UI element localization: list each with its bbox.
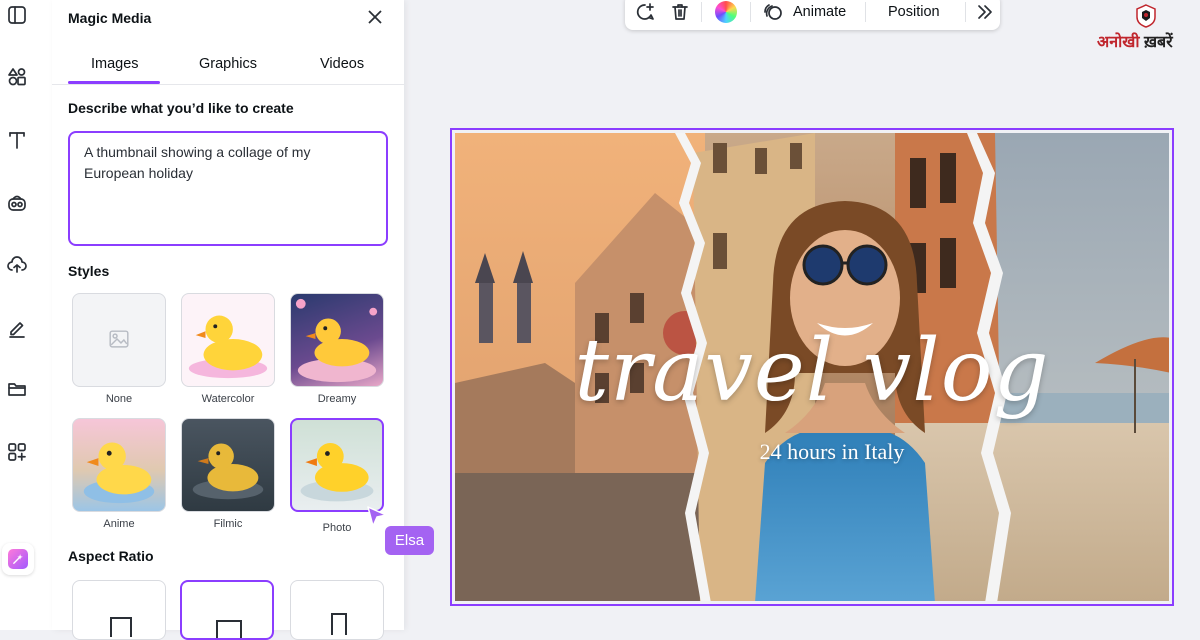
design-subheadline[interactable]: 24 hours in Italy bbox=[455, 439, 1169, 465]
tab-graphics[interactable]: Graphics bbox=[199, 56, 257, 72]
style-card-watercolor[interactable] bbox=[181, 293, 275, 387]
active-tab-indicator bbox=[68, 81, 160, 84]
apps-icon[interactable] bbox=[6, 441, 28, 463]
style-card-none[interactable] bbox=[72, 293, 166, 387]
watermark-text: अनोखी ख़बरें bbox=[1097, 30, 1173, 52]
prompt-label: Describe what you’d like to create bbox=[68, 100, 294, 116]
style-card-dreamy[interactable] bbox=[290, 293, 384, 387]
style-card-anime[interactable] bbox=[72, 418, 166, 512]
toolbar-divider bbox=[965, 2, 966, 22]
prompt-textarea[interactable]: A thumbnail showing a collage of my Euro… bbox=[68, 131, 388, 246]
animate-button[interactable]: Animate bbox=[793, 4, 846, 20]
projects-folder-icon[interactable] bbox=[6, 378, 28, 400]
panel-title: Magic Media bbox=[68, 10, 152, 26]
design-canvas-selection[interactable]: travel vlog 24 hours in Italy bbox=[450, 128, 1174, 606]
aspect-ratio-label: Aspect Ratio bbox=[68, 548, 154, 564]
magic-media-app-icon[interactable] bbox=[2, 543, 34, 575]
tab-videos[interactable]: Videos bbox=[320, 56, 364, 72]
aspect-ratio-square[interactable] bbox=[72, 580, 166, 640]
thumbnail-design[interactable]: travel vlog 24 hours in Italy bbox=[455, 133, 1169, 601]
watermark-text-part2: ख़बरें bbox=[1143, 34, 1173, 51]
watermark-logo-icon bbox=[1136, 4, 1156, 28]
aspect-ratio-portrait[interactable] bbox=[290, 580, 384, 640]
animate-icon[interactable] bbox=[763, 2, 783, 22]
media-tabs: Images Graphics Videos bbox=[52, 44, 404, 85]
element-toolbar: Animate Position bbox=[625, 0, 1000, 30]
style-card-filmic[interactable] bbox=[181, 418, 275, 512]
style-label-none: None bbox=[105, 393, 133, 405]
style-label-anime: Anime bbox=[103, 518, 135, 530]
side-navigation-rail bbox=[0, 0, 53, 630]
more-chevrons-icon[interactable] bbox=[975, 2, 995, 22]
color-picker-icon[interactable] bbox=[715, 1, 737, 23]
text-icon[interactable] bbox=[6, 129, 28, 151]
style-label-dreamy: Dreamy bbox=[317, 393, 357, 405]
aspect-ratio-landscape[interactable] bbox=[180, 580, 274, 640]
brand-icon[interactable] bbox=[6, 192, 28, 214]
delete-trash-icon[interactable] bbox=[670, 2, 690, 22]
collaborator-name-tag: Elsa bbox=[385, 526, 434, 555]
draw-icon[interactable] bbox=[6, 317, 28, 339]
position-button[interactable]: Position bbox=[888, 4, 940, 20]
elements-icon[interactable] bbox=[6, 66, 28, 88]
style-label-filmic: Filmic bbox=[213, 518, 243, 530]
collaborator-cursor-icon bbox=[367, 506, 387, 527]
comment-add-icon[interactable] bbox=[635, 2, 655, 22]
magic-media-panel: Magic Media Images Graphics Videos Descr… bbox=[52, 0, 404, 640]
watermark-text-part1: अनोखी bbox=[1097, 34, 1140, 51]
tab-images[interactable]: Images bbox=[91, 56, 139, 72]
design-layout-icon[interactable] bbox=[6, 4, 28, 26]
design-headline[interactable]: travel vlog bbox=[455, 321, 1169, 421]
uploads-icon[interactable] bbox=[6, 254, 28, 276]
toolbar-divider bbox=[701, 2, 702, 22]
close-icon[interactable] bbox=[366, 8, 386, 28]
toolbar-divider bbox=[750, 2, 751, 22]
style-card-photo[interactable] bbox=[290, 418, 384, 512]
toolbar-divider bbox=[865, 2, 866, 22]
styles-label: Styles bbox=[68, 263, 110, 279]
style-label-watercolor: Watercolor bbox=[201, 393, 255, 405]
